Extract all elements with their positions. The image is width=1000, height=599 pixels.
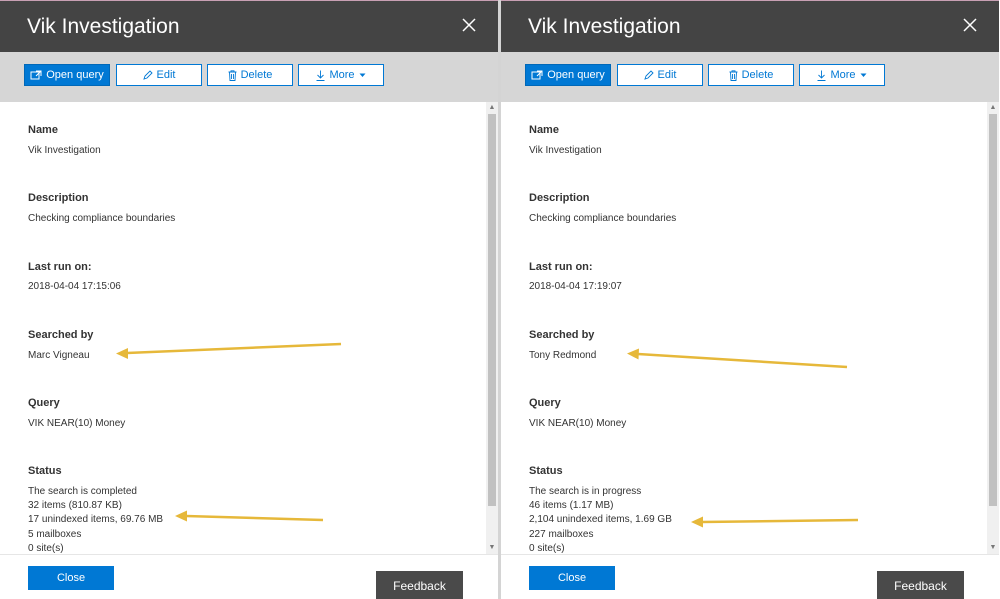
scroll-down-icon[interactable]: ▼ xyxy=(487,543,497,553)
panel-footer: Close Feedback xyxy=(501,554,999,599)
last-run-value: 2018-04-04 17:15:06 xyxy=(28,281,121,292)
edit-label: Edit xyxy=(657,69,677,81)
panel-footer: Close Feedback xyxy=(0,554,498,599)
query-value: VIK NEAR(10) Money xyxy=(28,418,126,429)
more-button[interactable]: More xyxy=(799,64,885,86)
panel-title: Vik Investigation xyxy=(528,15,681,38)
status-line: The search is in progress xyxy=(529,486,642,497)
chevron-down-icon xyxy=(359,73,366,78)
searched-by-value: Marc Vigneau xyxy=(28,350,90,361)
searched-by-label: Searched by xyxy=(529,329,595,341)
delete-label: Delete xyxy=(240,69,273,81)
close-icon[interactable] xyxy=(961,16,979,34)
status-label: Status xyxy=(28,465,62,477)
last-run-label: Last run on: xyxy=(28,261,92,273)
searched-by-label: Searched by xyxy=(28,329,94,341)
vertical-scrollbar[interactable]: ▲ ▼ xyxy=(486,102,498,554)
scroll-up-icon[interactable]: ▲ xyxy=(487,103,497,113)
edit-button[interactable]: Edit xyxy=(617,64,703,86)
download-icon xyxy=(817,70,826,81)
searched-by-value: Tony Redmond xyxy=(529,350,597,361)
feedback-button[interactable]: Feedback xyxy=(376,571,463,599)
delete-label: Delete xyxy=(741,69,774,81)
more-label: More xyxy=(329,69,355,81)
scroll-thumb[interactable] xyxy=(488,114,496,506)
status-line: 2,104 unindexed items, 1.69 GB xyxy=(529,514,672,525)
search-details-panel-right: Vik Investigation Open query Edit Delete… xyxy=(501,0,999,599)
open-query-label: Open query xyxy=(547,69,605,81)
download-icon xyxy=(316,70,325,81)
details-content: Name Vik Investigation Description Check… xyxy=(0,102,486,554)
more-label: More xyxy=(830,69,856,81)
status-line: 17 unindexed items, 69.76 MB xyxy=(28,514,164,525)
name-value: Vik Investigation xyxy=(529,145,602,156)
edit-button[interactable]: Edit xyxy=(116,64,202,86)
status-line: 227 mailboxes xyxy=(529,529,594,540)
status-line: The search is completed xyxy=(28,486,137,497)
query-label: Query xyxy=(529,397,561,409)
more-button[interactable]: More xyxy=(298,64,384,86)
action-toolbar: Open query Edit Delete More xyxy=(501,52,999,102)
query-value: VIK NEAR(10) Money xyxy=(529,418,627,429)
vertical-scrollbar[interactable]: ▲ ▼ xyxy=(987,102,999,554)
last-run-label: Last run on: xyxy=(529,261,593,273)
scroll-thumb[interactable] xyxy=(989,114,997,506)
name-value: Vik Investigation xyxy=(28,145,101,156)
open-query-label: Open query xyxy=(46,69,104,81)
trash-icon xyxy=(228,69,237,81)
chevron-down-icon xyxy=(860,73,867,78)
name-label: Name xyxy=(529,124,559,136)
status-line: 0 site(s) xyxy=(529,543,565,554)
description-value: Checking compliance boundaries xyxy=(28,213,176,224)
open-query-icon xyxy=(30,70,42,80)
feedback-button[interactable]: Feedback xyxy=(877,571,964,599)
description-label: Description xyxy=(28,192,89,204)
status-label: Status xyxy=(529,465,563,477)
status-line: 32 items (810.87 KB) xyxy=(28,500,122,511)
scroll-down-icon[interactable]: ▼ xyxy=(988,543,998,553)
close-icon[interactable] xyxy=(460,16,478,34)
name-label: Name xyxy=(28,124,58,136)
details-content: Name Vik Investigation Description Check… xyxy=(501,102,987,554)
delete-button[interactable]: Delete xyxy=(207,64,293,86)
status-line: 46 items (1.17 MB) xyxy=(529,500,614,511)
scroll-up-icon[interactable]: ▲ xyxy=(988,103,998,113)
open-query-button[interactable]: Open query xyxy=(24,64,110,86)
close-button[interactable]: Close xyxy=(529,566,615,590)
pencil-icon xyxy=(142,70,153,80)
query-label: Query xyxy=(28,397,60,409)
action-toolbar: Open query Edit Delete More xyxy=(0,52,498,102)
edit-label: Edit xyxy=(156,69,176,81)
panel-header: Vik Investigation xyxy=(501,1,999,52)
status-line: 5 mailboxes xyxy=(28,529,82,540)
delete-button[interactable]: Delete xyxy=(708,64,794,86)
status-line: 0 site(s) xyxy=(28,543,64,554)
description-value: Checking compliance boundaries xyxy=(529,213,677,224)
trash-icon xyxy=(729,69,738,81)
open-query-button[interactable]: Open query xyxy=(525,64,611,86)
description-label: Description xyxy=(529,192,590,204)
last-run-value: 2018-04-04 17:19:07 xyxy=(529,281,622,292)
panel-title: Vik Investigation xyxy=(27,15,180,38)
panel-header: Vik Investigation xyxy=(0,1,498,52)
pencil-icon xyxy=(643,70,654,80)
close-button[interactable]: Close xyxy=(28,566,114,590)
search-details-panel-left: Vik Investigation Open query Edit Delete… xyxy=(0,0,498,599)
open-query-icon xyxy=(531,70,543,80)
